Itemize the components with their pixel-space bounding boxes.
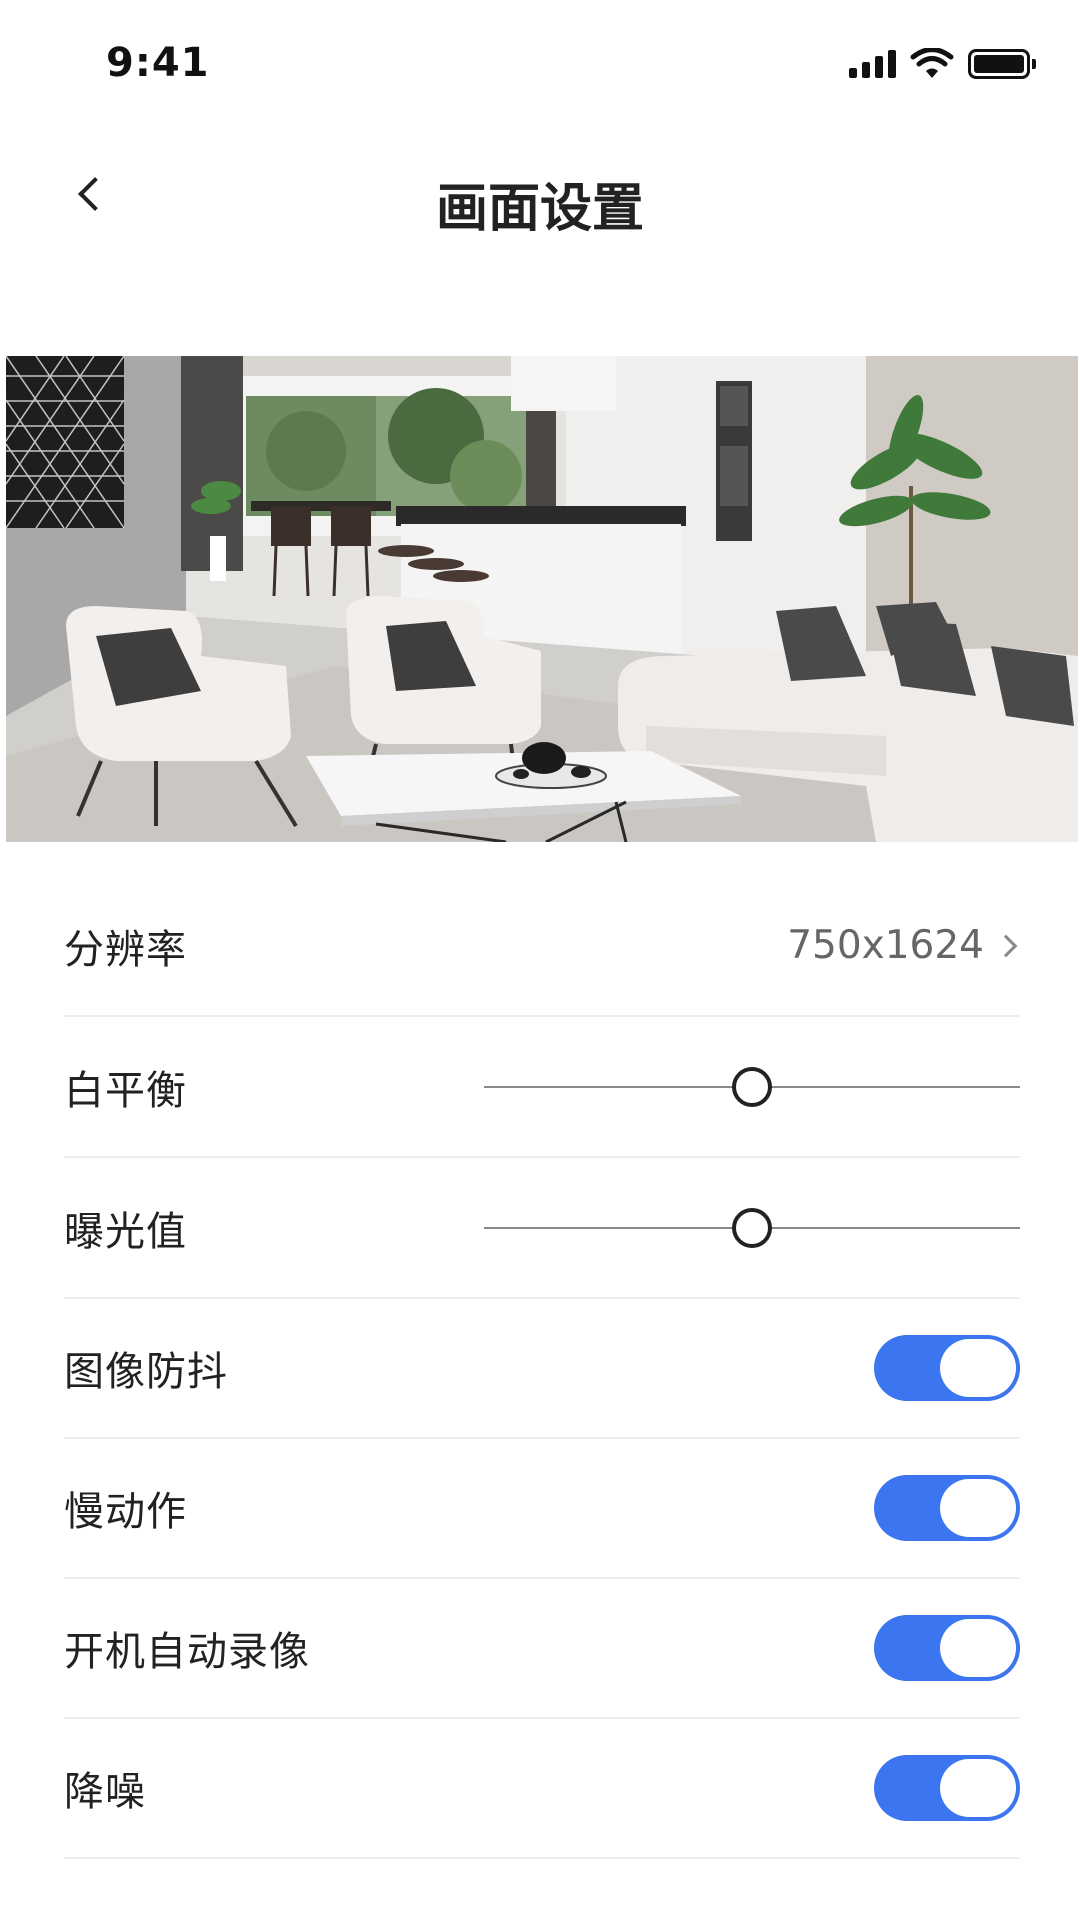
slider-thumb[interactable] bbox=[732, 1066, 772, 1107]
exposure-slider[interactable] bbox=[484, 1198, 1020, 1258]
toggle-knob bbox=[940, 1619, 1016, 1677]
noise-reduction-label: 降噪 bbox=[64, 1769, 146, 1815]
nav-bar: 画面设置 bbox=[0, 140, 1080, 250]
exposure-label: 曝光值 bbox=[64, 1208, 187, 1255]
toggle-knob bbox=[940, 1759, 1016, 1817]
toggle-knob bbox=[940, 1479, 1016, 1537]
slow-motion-toggle[interactable] bbox=[874, 1475, 1020, 1541]
white-balance-label: 白平衡 bbox=[64, 1067, 187, 1114]
white-balance-slider[interactable] bbox=[484, 1057, 1020, 1117]
screen: 9:41 画面设置 分辨率 750x1624 白平衡 曝光值 图像防抖 慢动作 … bbox=[0, 0, 1080, 1920]
exposure-row: 曝光值 bbox=[64, 1158, 1020, 1299]
status-bar: 9:41 bbox=[0, 0, 1080, 120]
status-icons bbox=[849, 48, 1036, 80]
auto-record-label: 开机自动录像 bbox=[64, 1629, 310, 1675]
settings-list: 分辨率 750x1624 白平衡 曝光值 图像防抖 慢动作 开机自动录像 降噪 bbox=[64, 876, 1020, 1859]
slow-motion-row: 慢动作 bbox=[64, 1439, 1020, 1579]
noise-reduction-toggle[interactable] bbox=[874, 1755, 1020, 1821]
resolution-row[interactable]: 分辨率 750x1624 bbox=[64, 876, 1020, 1017]
chevron-right-icon bbox=[994, 934, 1018, 957]
battery-icon bbox=[968, 49, 1036, 79]
auto-record-row: 开机自动录像 bbox=[64, 1579, 1020, 1719]
slow-motion-label: 慢动作 bbox=[64, 1489, 187, 1535]
slider-thumb[interactable] bbox=[732, 1207, 772, 1248]
camera-preview-image bbox=[6, 356, 1078, 842]
auto-record-toggle[interactable] bbox=[874, 1615, 1020, 1681]
white-balance-row: 白平衡 bbox=[64, 1017, 1020, 1158]
noise-reduction-row: 降噪 bbox=[64, 1719, 1020, 1859]
resolution-label: 分辨率 bbox=[64, 926, 187, 973]
page-title: 画面设置 bbox=[435, 179, 644, 239]
toggle-knob bbox=[940, 1339, 1016, 1397]
resolution-value-group: 750x1624 bbox=[787, 923, 1020, 968]
signal-icon bbox=[849, 50, 896, 78]
wifi-icon bbox=[910, 48, 954, 78]
stabilization-toggle[interactable] bbox=[874, 1335, 1020, 1401]
status-time: 9:41 bbox=[106, 40, 210, 86]
stabilization-label: 图像防抖 bbox=[64, 1349, 228, 1395]
resolution-value: 750x1624 bbox=[787, 923, 984, 968]
stabilization-row: 图像防抖 bbox=[64, 1299, 1020, 1439]
